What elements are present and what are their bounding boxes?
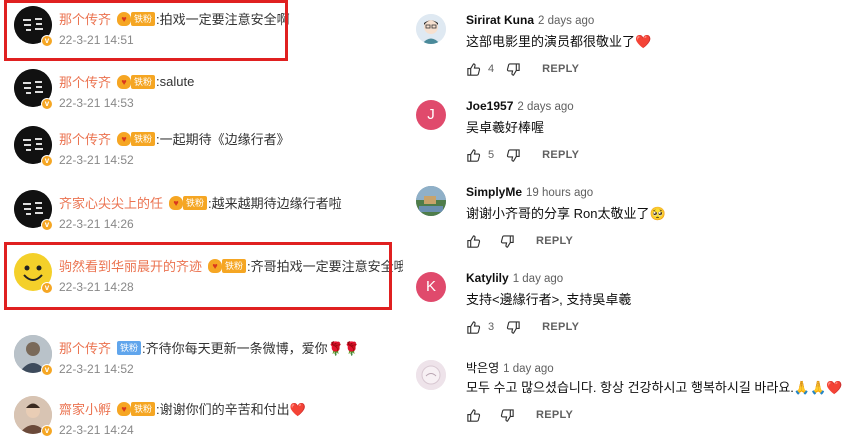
comment-text: 谢谢小齐哥的分享 Ron太敬业了🥺 xyxy=(466,206,666,221)
comment-author[interactable]: Joe1957 xyxy=(466,99,513,113)
comment-time[interactable]: 2 days ago xyxy=(517,101,573,113)
landscape-avatar-icon xyxy=(416,186,446,216)
avatar[interactable]: K xyxy=(416,272,446,302)
fan-heart-icon: ♥ xyxy=(169,195,184,210)
comment-author[interactable]: Sirirat Kuna xyxy=(466,13,534,27)
like-count: 4 xyxy=(488,63,495,75)
avatar[interactable] xyxy=(416,14,446,44)
verified-badge-icon: v xyxy=(41,425,53,436)
weibo-comment: v 那个传齐 铁粉 :齐待你每天更新一条微博，爱你🌹🌹 22-3-21 14:5… xyxy=(0,329,396,391)
fan-heart-icon: ♥ xyxy=(117,401,132,416)
verified-badge-icon: v xyxy=(41,155,53,167)
fan-badge: ♥ 铁粉 xyxy=(169,195,208,210)
weibo-comment: v 齋家小孵 ♥ 铁粉 :谢谢你们的辛苦和付出❤️ 22-3-21 14:24 xyxy=(0,390,396,436)
avatar-letter: J xyxy=(427,106,435,123)
reply-button[interactable]: REPLY xyxy=(536,235,573,247)
thumbs-up-icon[interactable] xyxy=(466,62,481,77)
cartoon-avatar-icon xyxy=(416,14,446,44)
reply-button[interactable]: REPLY xyxy=(536,409,573,421)
weibo-comment: v 齐家心尖尖上的任 ♥ 铁粉 :越来越期待边缘行者啦 22-3-21 14:26 xyxy=(0,184,396,246)
avatar[interactable]: J xyxy=(416,100,446,130)
youtube-comment: J Joe1957 2 days ago 吴卓羲好棒喔 5 REPLY xyxy=(403,86,865,172)
comment-author[interactable]: 박은영 xyxy=(466,361,499,375)
youtube-comment: SimplyMe 19 hours ago 谢谢小齐哥的分享 Ron太敬业了🥺 R… xyxy=(403,172,865,258)
like-count: 3 xyxy=(488,321,495,333)
comment-time: 22-3-21 14:26 xyxy=(59,217,134,231)
commenter-name[interactable]: 那个传齐 xyxy=(59,338,111,357)
comment-text: :salute xyxy=(156,74,195,89)
comment-author[interactable]: Katylily xyxy=(466,271,509,285)
commenter-name[interactable]: 齋家小孵 xyxy=(59,399,111,418)
verified-badge-icon: v xyxy=(41,98,53,110)
comment-time[interactable]: 1 day ago xyxy=(503,363,554,375)
weibo-comment: v 那个传齐 ♥ 铁粉 :一起期待《边缘行者》 22-3-21 14:52 xyxy=(0,120,396,182)
youtube-comment: Sirirat Kuna 2 days ago 这部电影里的演员都很敬业了❤️ 4… xyxy=(403,0,865,86)
fan-badge: ♥ 铁粉 xyxy=(117,131,156,146)
commenter-name[interactable]: 那个传齐 xyxy=(59,72,111,91)
reply-button[interactable]: REPLY xyxy=(542,321,579,333)
fan-badge: ♥ 铁粉 xyxy=(117,74,156,89)
comment-text: 吴卓羲好棒喔 xyxy=(466,120,545,135)
highlight-box xyxy=(4,242,392,310)
highlight-box xyxy=(4,0,288,61)
fan-heart-icon: ♥ xyxy=(117,74,132,89)
comment-text: 这部电影里的演员都很敬业了❤️ xyxy=(466,34,652,49)
comment-text: 支持<邊緣行者>, 支持吳卓羲 xyxy=(466,292,632,307)
youtube-comment: 박은영 1 day ago 모두 수고 많으셨습니다. 항상 건강하시고 행복하시… xyxy=(403,346,865,432)
comment-text: 모두 수고 많으셨습니다. 항상 건강하시고 행복하시길 바라요.🙏🙏❤️ xyxy=(466,380,843,395)
reply-button[interactable]: REPLY xyxy=(542,63,579,75)
youtube-comment: K Katylily 1 day ago 支持<邊緣行者>, 支持吳卓羲 3 RE… xyxy=(403,258,865,344)
commenter-name[interactable]: 那个传齐 xyxy=(59,129,111,148)
comment-time: 22-3-21 14:52 xyxy=(59,362,134,376)
comment-time[interactable]: 2 days ago xyxy=(538,15,594,27)
comment-time: 22-3-21 14:24 xyxy=(59,423,134,436)
thumbs-down-icon[interactable] xyxy=(500,408,515,423)
thumbs-up-icon[interactable] xyxy=(466,234,481,249)
comment-time[interactable]: 1 day ago xyxy=(513,273,564,285)
weibo-comment: v 那个传齐 ♥ 铁粉 :salute 22-3-21 14:53 xyxy=(0,63,396,125)
weibo-comment-panel: v 那个传齐 ♥ 铁粉 :拍戏一定要注意安全啊 22-3-21 14:51 v 那… xyxy=(0,0,420,436)
fan-heart-icon: ♥ xyxy=(117,131,132,146)
comment-author[interactable]: SimplyMe xyxy=(466,185,522,199)
pastel-avatar-icon xyxy=(416,360,446,390)
comment-text: :一起期待《边缘行者》 xyxy=(156,132,290,147)
thumbs-down-icon[interactable] xyxy=(506,148,521,163)
verified-badge-icon: v xyxy=(41,219,53,231)
avatar-letter: K xyxy=(425,278,436,295)
fan-badge: 铁粉 xyxy=(117,340,142,355)
fan-badge: ♥ 铁粉 xyxy=(117,401,156,416)
thumbs-up-icon[interactable] xyxy=(466,320,481,335)
verified-badge-icon: v xyxy=(41,364,53,376)
comment-text: :齐待你每天更新一条微博，爱你🌹🌹 xyxy=(142,341,361,356)
comment-text: :谢谢你们的辛苦和付出❤️ xyxy=(156,402,306,417)
comment-text: :越来越期待边缘行者啦 xyxy=(208,196,342,211)
comment-time: 22-3-21 14:52 xyxy=(59,153,134,167)
like-count: 5 xyxy=(488,149,495,161)
thumbs-up-icon[interactable] xyxy=(466,408,481,423)
reply-button[interactable]: REPLY xyxy=(542,149,579,161)
thumbs-down-icon[interactable] xyxy=(500,234,515,249)
thumbs-up-icon[interactable] xyxy=(466,148,481,163)
avatar[interactable] xyxy=(416,186,446,216)
thumbs-down-icon[interactable] xyxy=(506,320,521,335)
comment-time: 22-3-21 14:53 xyxy=(59,96,134,110)
comment-time[interactable]: 19 hours ago xyxy=(526,187,593,199)
thumbs-down-icon[interactable] xyxy=(506,62,521,77)
avatar[interactable] xyxy=(416,360,446,390)
commenter-name[interactable]: 齐家心尖尖上的任 xyxy=(59,193,163,212)
youtube-comment-panel: Sirirat Kuna 2 days ago 这部电影里的演员都很敬业了❤️ 4… xyxy=(403,0,865,436)
